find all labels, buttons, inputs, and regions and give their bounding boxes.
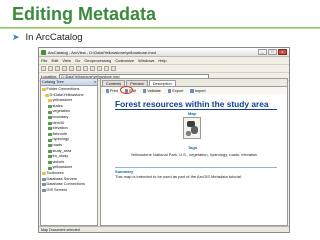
layer-icon [48,127,52,131]
db-icon [42,177,46,181]
catalog-tree-list: Folder Connections D:\Data\Yellowstone y… [41,86,97,193]
layer-icon [48,105,52,109]
summary-divider [115,167,277,168]
import-icon [190,89,194,93]
layer-icon [48,121,52,125]
window-titlebar: ArcCatalog - ArcView - D:\Data\Yellowsto… [39,48,289,57]
standard-toolbar [39,65,289,73]
layer-icon [48,166,52,170]
list-icon[interactable] [90,66,95,71]
arccatalog-app-icon [41,49,46,55]
edit-button-highlight [120,85,133,94]
window-title: ArcCatalog - ArcView - D:\Data\Yellowsto… [48,49,156,55]
minimize-button[interactable]: _ [258,49,267,55]
status-bar: Map Document selected [39,226,289,232]
tree-item[interactable]: GIS Servers [42,188,97,194]
layer-icon [48,149,52,153]
catalog-tree-pane: Catalog Tree x Folder Connections D:\Dat… [40,78,98,226]
connect-folder-icon[interactable] [48,66,53,71]
tags-value: Yellowstone National Park, U.S., vegetat… [130,152,258,157]
copy-icon[interactable] [62,66,67,71]
metadata-document: Forest resources within the study area M… [101,94,287,225]
summary-value: This map is intended to be used as part … [115,174,242,179]
menu-bar: File Edit View Go Geoprocessing Customiz… [39,57,289,65]
menu-customize[interactable]: Customize [115,58,134,63]
large-icons-icon[interactable] [83,66,88,71]
layer-icon [48,138,52,142]
map-label: Map [188,111,196,116]
bullet-point: ➤ In ArcCatalog [12,32,83,43]
catalog-tree-titlebar: Catalog Tree x [41,79,97,86]
layer-icon [48,155,52,159]
db-icon [42,183,46,187]
tab-contents[interactable]: Contents [102,80,126,86]
catalog-tree-close-icon[interactable]: x [94,80,96,84]
map-thumbnail [183,117,201,139]
layer-icon [48,144,52,148]
checkmark-icon [142,89,147,93]
title-underline [0,27,320,29]
menu-file[interactable]: File [41,58,47,63]
maximize-button[interactable]: □ [268,49,277,55]
main-area: Catalog Tree x Folder Connections D:\Dat… [39,78,289,226]
menu-edit[interactable]: Edit [51,58,58,63]
bullet-text: In ArcCatalog [25,32,83,43]
tags-label: Tags [188,145,198,150]
layer-icon [48,133,52,137]
menu-go[interactable]: Go [75,58,80,63]
details-icon[interactable] [97,66,102,71]
thumbnails-icon[interactable] [104,66,109,71]
arccatalog-window: ArcCatalog - ArcView - D:\Data\Yellowsto… [38,47,290,233]
folder-icon [48,99,52,103]
disconnect-folder-icon[interactable] [55,66,60,71]
folder-icon [45,93,49,97]
content-pane: Contents Preview Description Print Edit … [100,78,288,226]
folder-icon [42,88,46,92]
search-icon[interactable] [111,66,116,71]
menu-geoprocessing[interactable]: Geoprocessing [84,58,111,63]
slide-title: Editing Metadata [12,4,157,24]
printer-icon [105,89,109,93]
menu-windows[interactable]: Windows [138,58,154,63]
title-divider [115,109,277,110]
close-button[interactable]: x [278,49,287,55]
layer-icon [48,110,52,114]
paste-icon[interactable] [69,66,74,71]
menu-view[interactable]: View [62,58,71,63]
catalog-tree-title: Catalog Tree [42,80,64,84]
export-icon [167,89,172,93]
tab-description[interactable]: Description [148,80,176,86]
db-icon [42,188,46,192]
metadata-title: Forest resources within the study area [115,99,269,109]
menu-help[interactable]: Help [158,58,166,63]
folder-icon [42,172,46,176]
layer-icon [48,161,52,165]
delete-icon[interactable] [76,66,81,71]
up-one-level-icon[interactable] [41,66,46,71]
layer-icon [48,116,52,120]
bullet-arrow-icon: ➤ [12,32,20,42]
tab-preview[interactable]: Preview [126,80,148,86]
